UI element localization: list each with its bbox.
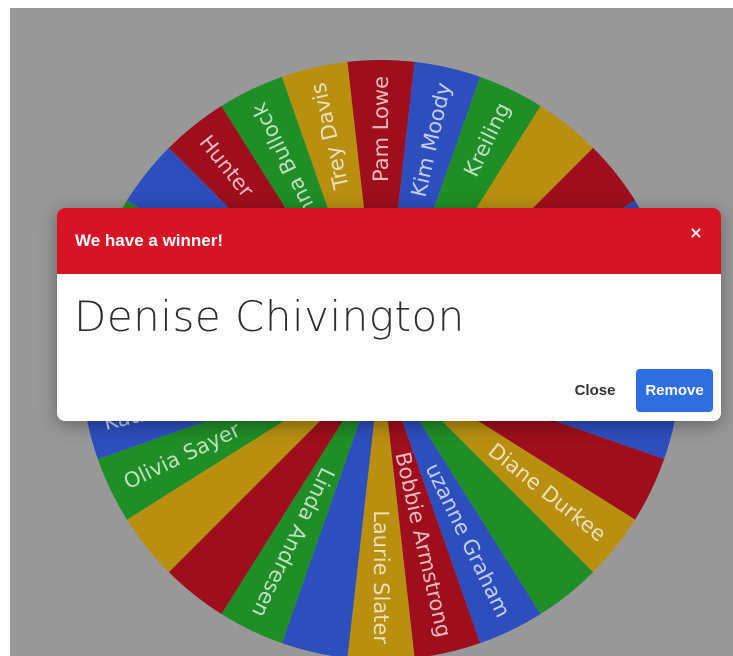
dialog-header: We have a winner! × (57, 208, 721, 274)
winner-name: Denise Chivington (74, 292, 465, 341)
winner-dialog: We have a winner! × Denise Chivington Cl… (57, 208, 721, 421)
close-button[interactable]: Close (563, 370, 627, 410)
close-icon[interactable]: × (685, 222, 707, 244)
wheel-name-label: Laurie Slater (369, 510, 393, 644)
wheel-name-label: Pam Lowe (369, 76, 393, 182)
dialog-title: We have a winner! (75, 231, 224, 250)
remove-button[interactable]: Remove (636, 369, 713, 412)
